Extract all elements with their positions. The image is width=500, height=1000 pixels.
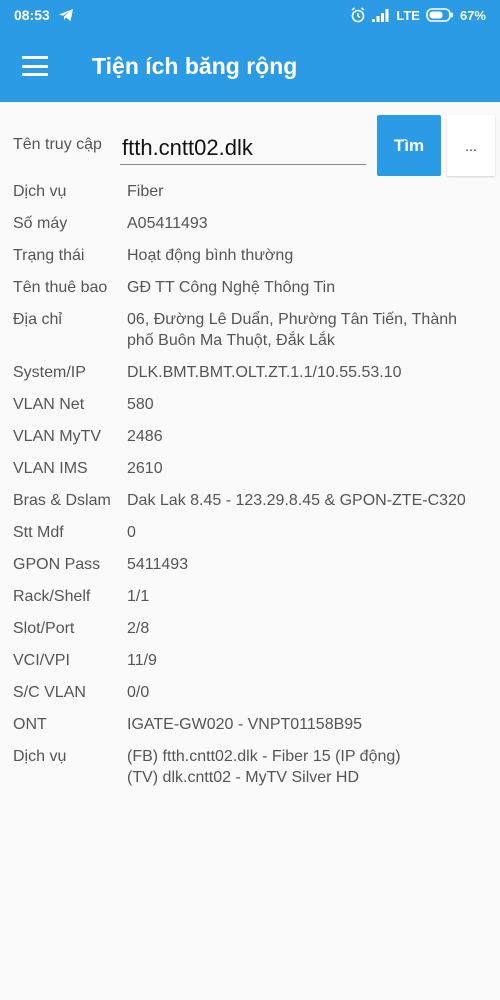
info-value: 5411493 — [127, 556, 189, 573]
info-label: VLAN MyTV — [13, 428, 102, 445]
more-button[interactable]: ... — [447, 115, 495, 176]
status-time: 08:53 — [14, 7, 50, 23]
status-bar: 08:53 LTE 67% — [0, 0, 500, 30]
network-type: LTE — [396, 7, 420, 23]
search-button[interactable]: Tìm — [377, 115, 441, 176]
info-value: 2/8 — [127, 620, 150, 637]
info-value: 1/1 — [127, 588, 150, 605]
info-label: VLAN Net — [13, 396, 85, 413]
info-row: Trạng thái Hoạt động bình thường — [0, 245, 500, 266]
info-row: Địa chỉ 06, Đường Lê Duẩn, Phường Tân Ti… — [0, 309, 500, 351]
info-row: System/IP DLK.BMT.BMT.OLT.ZT.1.1/10.55.5… — [0, 362, 500, 383]
info-label: Dịch vụ — [13, 183, 67, 200]
info-label: Dịch vụ — [13, 748, 67, 765]
info-row: VLAN MyTV 2486 — [0, 426, 500, 447]
info-row: Rack/Shelf 1/1 — [0, 586, 500, 607]
app-bar: Tiện ích băng rộng — [0, 30, 500, 102]
info-row: Slot/Port 2/8 — [0, 618, 500, 639]
menu-icon[interactable] — [22, 56, 48, 76]
info-row: Tên thuê bao GĐ TT Công Nghệ Thông Tin — [0, 277, 500, 298]
telegram-icon — [58, 9, 73, 21]
info-row: VLAN IMS 2610 — [0, 458, 500, 479]
info-label: Trạng thái — [13, 247, 85, 264]
info-label: VLAN IMS — [13, 460, 88, 477]
info-value: IGATE-GW020 - VNPT01158B95 — [127, 716, 363, 733]
info-value: 2486 — [127, 428, 163, 445]
info-label: Slot/Port — [13, 620, 75, 637]
page-title: Tiện ích băng rộng — [92, 52, 298, 79]
info-row: Dịch vụ Fiber — [0, 181, 500, 202]
info-value: 580 — [127, 396, 154, 413]
info-list: Dịch vụ Fiber Số máy A05411493 Trạng thá… — [0, 181, 500, 788]
info-label: Stt Mdf — [13, 524, 64, 541]
info-value: DLK.BMT.BMT.OLT.ZT.1.1/10.55.53.10 — [127, 364, 402, 381]
search-row: Tên truy cập Tìm ... — [0, 115, 500, 177]
alarm-icon — [351, 7, 365, 23]
info-row: VCI/VPI 11/9 — [0, 650, 500, 671]
info-value: A05411493 — [127, 215, 208, 232]
service-line: (FB) ftth.cntt02.dlk - Fiber 15 (IP động… — [127, 748, 401, 765]
info-row: VLAN Net 580 — [0, 394, 500, 415]
info-row: Stt Mdf 0 — [0, 522, 500, 543]
info-row: GPON Pass 5411493 — [0, 554, 500, 575]
info-label: Tên thuê bao — [13, 279, 108, 296]
info-row: Bras & Dslam Dak Lak 8.45 - 123.29.8.45 … — [0, 490, 500, 511]
info-value: Dak Lak 8.45 - 123.29.8.45 & GPON-ZTE-C3… — [127, 492, 466, 509]
username-input[interactable] — [120, 131, 366, 165]
info-label: Bras & Dslam — [13, 492, 111, 509]
battery-icon — [426, 8, 453, 22]
info-value: (FB) ftth.cntt02.dlk - Fiber 15 (IP động… — [127, 746, 487, 788]
info-label: Rack/Shelf — [13, 588, 91, 605]
info-value: 2610 — [127, 460, 163, 477]
info-label: S/C VLAN — [13, 684, 86, 701]
info-label: Địa chỉ — [13, 311, 62, 328]
info-label: System/IP — [13, 364, 86, 381]
info-value: 0/0 — [127, 684, 150, 701]
info-value: Hoạt động bình thường — [127, 247, 294, 264]
info-value: GĐ TT Công Nghệ Thông Tin — [127, 279, 336, 296]
info-label: VCI/VPI — [13, 652, 70, 669]
info-value: 0 — [127, 524, 136, 541]
info-value: 11/9 — [127, 652, 157, 669]
info-row: S/C VLAN 0/0 — [0, 682, 500, 703]
service-line: (TV) dlk.cntt02 - MyTV Silver HD — [127, 769, 360, 786]
info-label: ONT — [13, 716, 47, 733]
info-row: Dịch vụ (FB) ftth.cntt02.dlk - Fiber 15 … — [0, 746, 500, 788]
status-right: LTE 67% — [350, 7, 486, 23]
info-value: 06, Đường Lê Duẩn, Phường Tân Tiến, Thàn… — [127, 311, 458, 349]
username-label: Tên truy cập — [13, 136, 102, 153]
info-row: ONT IGATE-GW020 - VNPT01158B95 — [0, 714, 500, 735]
info-label: GPON Pass — [13, 556, 101, 573]
signal-icon — [372, 8, 389, 22]
info-label: Số máy — [13, 215, 68, 232]
info-row: Số máy A05411493 — [0, 213, 500, 234]
battery-level: 67% — [459, 7, 486, 23]
info-value: Fiber — [127, 183, 164, 200]
